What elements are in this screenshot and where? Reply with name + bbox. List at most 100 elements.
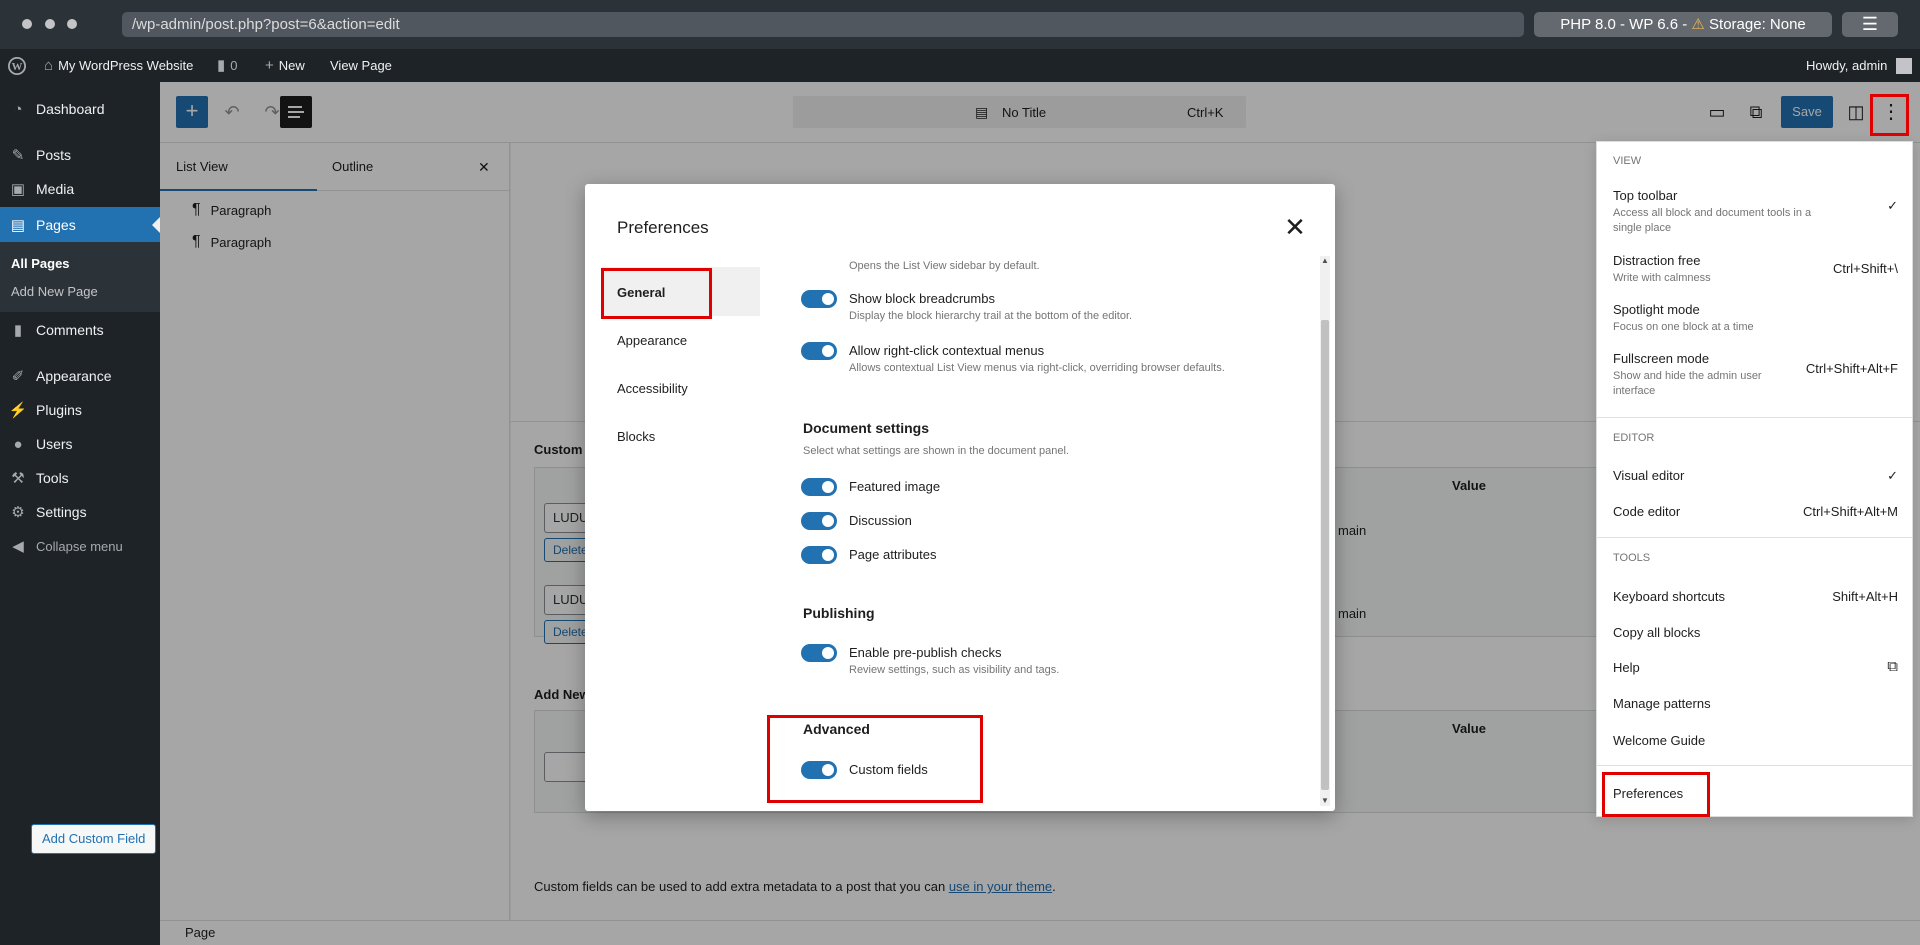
menu-item-top-toolbar[interactable]: Top toolbar Access all block and documen… xyxy=(1613,188,1898,236)
menu-divider xyxy=(1597,417,1912,418)
sidebar-item-appearance[interactable]: ✐ Appearance xyxy=(0,359,160,393)
url-bar[interactable]: /wp-admin/post.php?post=6&action=edit xyxy=(122,12,1524,37)
sidebar-item-posts[interactable]: ✎ Posts xyxy=(0,138,160,172)
preferences-modal: Preferences ✕ General Appearance Accessi… xyxy=(585,184,1335,811)
menu-item-label: Top toolbar xyxy=(1613,188,1678,203)
submenu-all-pages[interactable]: All Pages xyxy=(11,256,70,271)
tab-general[interactable]: General xyxy=(617,285,665,300)
toggle-switch[interactable] xyxy=(801,546,837,564)
window-dot-icon[interactable] xyxy=(45,19,55,29)
scrollbar-thumb[interactable] xyxy=(1321,320,1329,790)
menu-item-copy-all-blocks[interactable]: Copy all blocks xyxy=(1613,625,1898,640)
menu-item-help[interactable]: Help ⧉ xyxy=(1613,658,1898,675)
collapse-menu-button[interactable]: ◀ Collapse menu xyxy=(0,529,160,563)
menu-item-manage-patterns[interactable]: Manage patterns xyxy=(1613,696,1898,711)
sidebar-item-label: Plugins xyxy=(36,402,82,418)
add-custom-field-button[interactable]: Add Custom Field xyxy=(31,824,157,854)
pref-pre-publish-checks: Enable pre-publish checks Review settings… xyxy=(801,644,1059,678)
sidebar-item-comments[interactable]: ▮ Comments xyxy=(0,313,160,347)
sidebar-item-label: Comments xyxy=(36,322,104,338)
preference-help: Opens the List View sidebar by default. xyxy=(849,260,1040,272)
sidebar-item-media[interactable]: ▣ Media xyxy=(0,172,160,206)
window-dot-icon[interactable] xyxy=(22,19,32,29)
close-icon[interactable]: ✕ xyxy=(1279,212,1311,244)
menu-item-code-editor[interactable]: Code editor Ctrl+Shift+Alt+M xyxy=(1613,504,1898,519)
toggle-switch[interactable] xyxy=(801,512,837,530)
toggle-switch[interactable] xyxy=(801,761,837,779)
howdy-label: Howdy, admin xyxy=(1806,58,1888,73)
pref-page-attributes: Page attributes xyxy=(801,546,936,564)
view-page-link[interactable]: View Page xyxy=(330,49,392,82)
current-arrow-icon xyxy=(152,217,160,233)
pages-submenu: All Pages Add New Page xyxy=(0,242,160,312)
account-menu[interactable]: Howdy, admin xyxy=(1806,49,1913,82)
menu-item-keyboard-shortcuts[interactable]: Keyboard shortcuts Shift+Alt+H xyxy=(1613,589,1898,604)
sidebar-item-label: Users xyxy=(36,436,73,452)
sidebar-item-label: Posts xyxy=(36,147,72,163)
comments-link[interactable]: ▮ 0 xyxy=(217,49,238,82)
sidebar-item-tools[interactable]: ⚒ Tools xyxy=(0,461,160,495)
menu-item-preferences[interactable]: Preferences xyxy=(1613,786,1898,801)
sidebar-item-settings[interactable]: ⚙ Settings xyxy=(0,495,160,529)
plus-icon: + xyxy=(265,57,274,74)
sidebar-item-label: Pages xyxy=(36,216,76,233)
sidebar-item-plugins[interactable]: ⚡ Plugins xyxy=(0,393,160,427)
admin-bar: W ⌂ My WordPress Website ▮ 0 + New View … xyxy=(0,49,1920,82)
sidebar-item-label: Appearance xyxy=(36,368,112,384)
tab-blocks[interactable]: Blocks xyxy=(617,429,655,444)
menu-item-help: Show and hide the admin user interface xyxy=(1613,370,1762,397)
media-icon: ▣ xyxy=(10,181,26,198)
menu-item-help: Focus on one block at a time xyxy=(1613,321,1754,333)
section-title: Advanced xyxy=(803,721,870,737)
menu-item-label: Help xyxy=(1613,660,1640,675)
window-dot-icon[interactable] xyxy=(67,19,77,29)
toggle-switch[interactable] xyxy=(801,478,837,496)
modal-scrollbar[interactable]: ▲ ▼ xyxy=(1320,256,1330,806)
submenu-add-new-page[interactable]: Add New Page xyxy=(11,284,98,299)
sidebar-item-dashboard[interactable]: ◔ Dashboard xyxy=(0,92,160,126)
menu-item-distraction-free[interactable]: Distraction free Write with calmness Ctr… xyxy=(1613,253,1898,286)
admin-sidebar: ◔ Dashboard ✎ Posts ▣ Media ▤ Pages All Page… xyxy=(0,82,160,945)
modal-title: Preferences xyxy=(617,218,709,237)
sidebar-item-users[interactable]: ● Users xyxy=(0,427,160,461)
menu-item-fullscreen-mode[interactable]: Fullscreen mode Show and hide the admin … xyxy=(1613,351,1898,399)
section-description: Select what settings are shown in the do… xyxy=(803,445,1069,457)
scroll-up-arrow-icon[interactable]: ▲ xyxy=(1321,256,1329,265)
svg-text:W: W xyxy=(12,61,23,73)
pref-right-click-menus: Allow right-click contextual menus Allows… xyxy=(801,342,1225,376)
preference-label: Featured image xyxy=(849,479,941,494)
menu-item-label: Welcome Guide xyxy=(1613,733,1706,748)
sidebar-item-label: Settings xyxy=(36,504,87,520)
browser-menu-button[interactable]: ☰ xyxy=(1842,12,1898,37)
menu-item-welcome-guide[interactable]: Welcome Guide xyxy=(1613,733,1898,748)
wrench-icon: ⚒ xyxy=(11,470,25,487)
pref-featured-image: Featured image xyxy=(801,478,940,496)
site-name-link[interactable]: ⌂ My WordPress Website xyxy=(44,49,193,82)
preference-label: Page attributes xyxy=(849,547,937,562)
sidebar-item-pages[interactable]: ▤ Pages xyxy=(0,207,160,242)
menu-item-spotlight-mode[interactable]: Spotlight mode Focus on one block at a t… xyxy=(1613,302,1898,335)
menu-item-label: Copy all blocks xyxy=(1613,625,1701,640)
environment-badge[interactable]: PHP 8.0 - WP 6.6 - ⚠ Storage: None xyxy=(1534,12,1832,37)
new-content-link[interactable]: + New xyxy=(265,49,305,82)
tab-appearance[interactable]: Appearance xyxy=(617,333,687,348)
toggle-switch[interactable] xyxy=(801,342,837,360)
toggle-switch[interactable] xyxy=(801,644,837,662)
menu-item-label: Preferences xyxy=(1613,786,1684,801)
pref-discussion: Discussion xyxy=(801,512,912,530)
scroll-down-arrow-icon[interactable]: ▼ xyxy=(1321,796,1329,805)
toggle-switch[interactable] xyxy=(801,290,837,308)
sidebar-item-label: Collapse menu xyxy=(36,538,123,554)
view-page-label: View Page xyxy=(330,58,392,73)
menu-item-visual-editor[interactable]: Visual editor ✓ xyxy=(1613,468,1898,483)
menu-group-label: EDITOR xyxy=(1613,432,1655,444)
menu-divider xyxy=(1597,537,1912,538)
section-title: Document settings xyxy=(803,420,930,436)
wordpress-logo-icon[interactable]: W xyxy=(8,49,26,82)
dashboard-icon: ◔ xyxy=(13,100,23,118)
tab-accessibility[interactable]: Accessibility xyxy=(617,381,688,396)
comment-icon: ▮ xyxy=(13,322,23,339)
comment-bubble-icon: ▮ xyxy=(217,57,226,74)
menu-item-help: Access all block and document tools in a… xyxy=(1613,207,1812,234)
home-icon: ⌂ xyxy=(44,57,54,74)
